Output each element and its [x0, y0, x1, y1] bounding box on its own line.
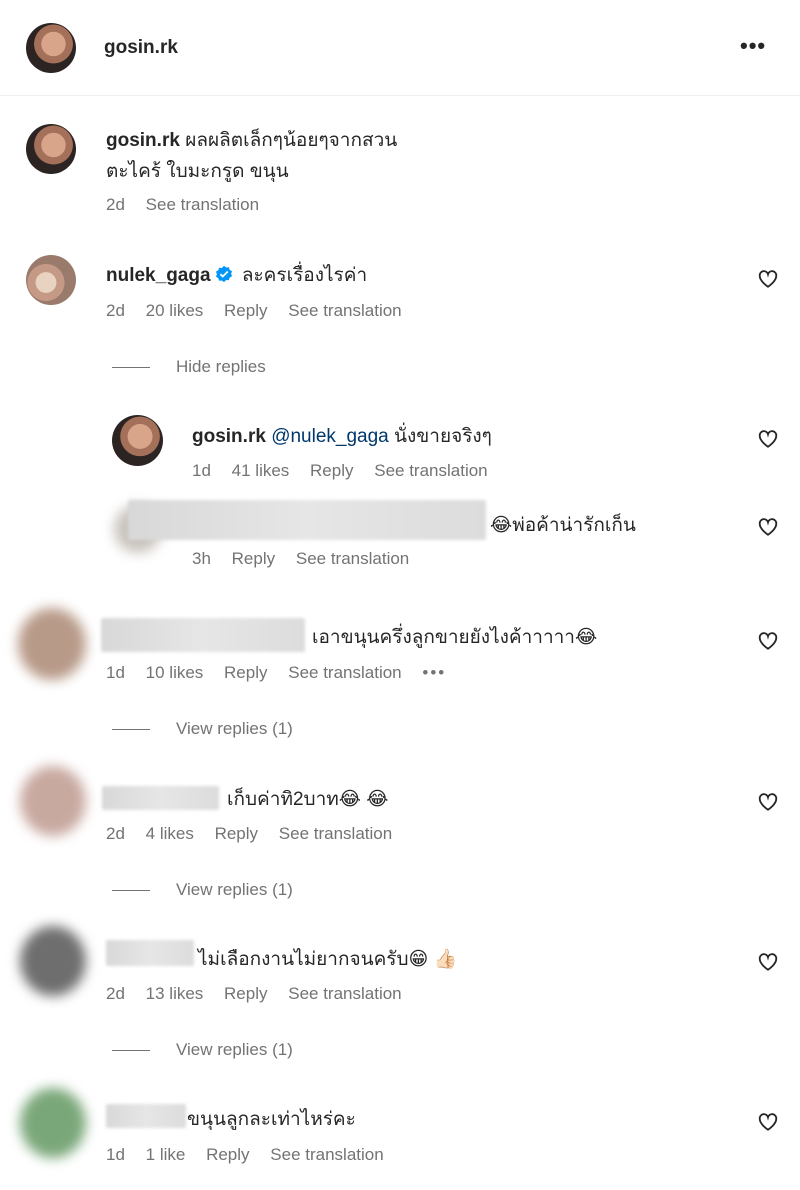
reply-button[interactable]: Reply: [215, 824, 258, 843]
comment-meta: 1d 10 likes Reply See translation •••: [106, 663, 462, 683]
comment-avatar[interactable]: [26, 255, 76, 305]
view-replies-button[interactable]: View replies (1): [112, 880, 293, 900]
comment-body: ละครเรื่องไรค่า: [241, 265, 368, 286]
caption-avatar[interactable]: [26, 124, 76, 174]
divider: [112, 367, 150, 369]
comment-meta: 2d 20 likes Reply See translation: [106, 301, 418, 321]
reply-text: 😂พ่อค้าน่ารักเก็น: [490, 510, 636, 540]
comment-avatar[interactable]: [20, 926, 86, 996]
blurred-username: [101, 618, 305, 652]
blurred-username: [106, 940, 194, 966]
see-translation-link[interactable]: See translation: [374, 461, 487, 480]
hide-replies-button[interactable]: Hide replies: [112, 357, 266, 377]
reply-button[interactable]: Reply: [224, 984, 267, 1003]
likes-count[interactable]: 20 likes: [146, 301, 204, 320]
see-translation-link[interactable]: See translation: [288, 984, 401, 1003]
header-username[interactable]: gosin.rk: [104, 37, 178, 59]
reply-text: gosin.rk @nulek_gaga นั่งขายจริงๆ: [192, 421, 492, 451]
likes-count[interactable]: 41 likes: [232, 461, 290, 480]
comment-body: ไม่เลือกงานไม่ยากจนครับ😁 👍🏻: [198, 949, 458, 970]
see-translation-link[interactable]: See translation: [279, 824, 392, 843]
reply-body: นั่งขายจริงๆ: [394, 426, 492, 447]
comment-avatar[interactable]: [20, 766, 86, 836]
heart-icon[interactable]: [757, 516, 779, 538]
reply-username[interactable]: gosin.rk: [192, 426, 266, 447]
comment-text: ขนุนลูกละเท่าไหร่คะ: [187, 1104, 356, 1134]
blurred-username: [106, 1104, 186, 1128]
more-options-icon[interactable]: •••: [740, 33, 766, 59]
reply-avatar[interactable]: [112, 415, 163, 466]
comment-username[interactable]: nulek_gaga: [106, 265, 211, 286]
likes-count[interactable]: 13 likes: [146, 984, 204, 1003]
likes-count[interactable]: 10 likes: [146, 663, 204, 682]
reply-button[interactable]: Reply: [310, 461, 353, 480]
divider: [112, 1050, 150, 1052]
likes-count[interactable]: 4 likes: [146, 824, 194, 843]
comment-time: 2d: [106, 984, 125, 1003]
likes-count[interactable]: 1 like: [146, 1145, 186, 1164]
heart-icon[interactable]: [757, 791, 779, 813]
verified-badge-icon: [215, 265, 232, 283]
heart-icon[interactable]: [757, 268, 779, 290]
comment-meta: 2d 4 likes Reply See translation: [106, 824, 408, 844]
divider: [112, 890, 150, 892]
see-translation-link[interactable]: See translation: [270, 1145, 383, 1164]
more-options-icon[interactable]: •••: [422, 663, 446, 682]
blurred-username: [102, 786, 219, 810]
comment-meta: 1d 1 like Reply See translation: [106, 1145, 400, 1165]
view-replies-button[interactable]: View replies (1): [112, 719, 293, 739]
see-translation-link[interactable]: See translation: [288, 301, 401, 320]
heart-icon[interactable]: [757, 630, 779, 652]
toggle-label: View replies (1): [176, 1040, 293, 1059]
toggle-label: View replies (1): [176, 880, 293, 899]
toggle-label: Hide replies: [176, 357, 266, 376]
heart-icon[interactable]: [757, 1111, 779, 1133]
divider: [112, 729, 150, 731]
comment-text: ไม่เลือกงานไม่ยากจนครับ😁 👍🏻: [198, 944, 457, 974]
avatar[interactable]: [26, 23, 76, 73]
comment-avatar[interactable]: [20, 1088, 86, 1158]
comment-time: 2d: [106, 824, 125, 843]
see-translation-link[interactable]: See translation: [296, 549, 409, 568]
comment-text: เก็บค่าทิ2บาท😂 😂: [227, 784, 388, 814]
reply-button[interactable]: Reply: [224, 663, 267, 682]
comment-avatar[interactable]: [18, 608, 86, 680]
reply-body: 😂พ่อค้าน่ารักเก็น: [490, 515, 636, 536]
view-replies-button[interactable]: View replies (1): [112, 1040, 293, 1060]
blurred-username: [128, 500, 486, 540]
reply-button[interactable]: Reply: [232, 549, 275, 568]
heart-icon[interactable]: [757, 428, 779, 450]
post-header: gosin.rk •••: [0, 0, 800, 96]
caption: gosin.rk ผลผลิตเล็กๆน้อยๆจากสวน ตะไคร้ ใ…: [106, 125, 726, 187]
comment-body: เอาขนุนครึ่งลูกขายยังไงค้าาาาา😂: [312, 627, 598, 648]
reply-meta: 3h Reply See translation: [192, 549, 425, 569]
reply-button[interactable]: Reply: [206, 1145, 249, 1164]
comment-text: nulek_gaga ละครเรื่องไรค่า: [106, 260, 367, 290]
caption-text-line2: ตะไคร้ ใบมะกรูด ขนุน: [106, 161, 289, 182]
comment-time: 1d: [106, 1145, 125, 1164]
comment-time: 1d: [106, 663, 125, 682]
mention-link[interactable]: @nulek_gaga: [271, 426, 389, 447]
comment-body: ขนุนลูกละเท่าไหร่คะ: [187, 1109, 356, 1130]
comment-meta: 2d 13 likes Reply See translation: [106, 984, 418, 1004]
reply-time: 3h: [192, 549, 211, 568]
see-translation-link[interactable]: See translation: [288, 663, 401, 682]
comment-time: 2d: [106, 301, 125, 320]
see-translation-link[interactable]: See translation: [146, 195, 259, 214]
reply-meta: 1d 41 likes Reply See translation: [192, 461, 504, 481]
reply-time: 1d: [192, 461, 211, 480]
caption-time: 2d: [106, 195, 125, 214]
reply-button[interactable]: Reply: [224, 301, 267, 320]
caption-text-line1: ผลผลิตเล็กๆน้อยๆจากสวน: [185, 130, 398, 151]
toggle-label: View replies (1): [176, 719, 293, 738]
comment-text: เอาขนุนครึ่งลูกขายยังไงค้าาาาา😂: [312, 622, 597, 652]
caption-meta: 2d See translation: [106, 195, 275, 215]
caption-username[interactable]: gosin.rk: [106, 130, 180, 151]
comment-body: เก็บค่าทิ2บาท😂 😂: [227, 789, 389, 810]
heart-icon[interactable]: [757, 951, 779, 973]
